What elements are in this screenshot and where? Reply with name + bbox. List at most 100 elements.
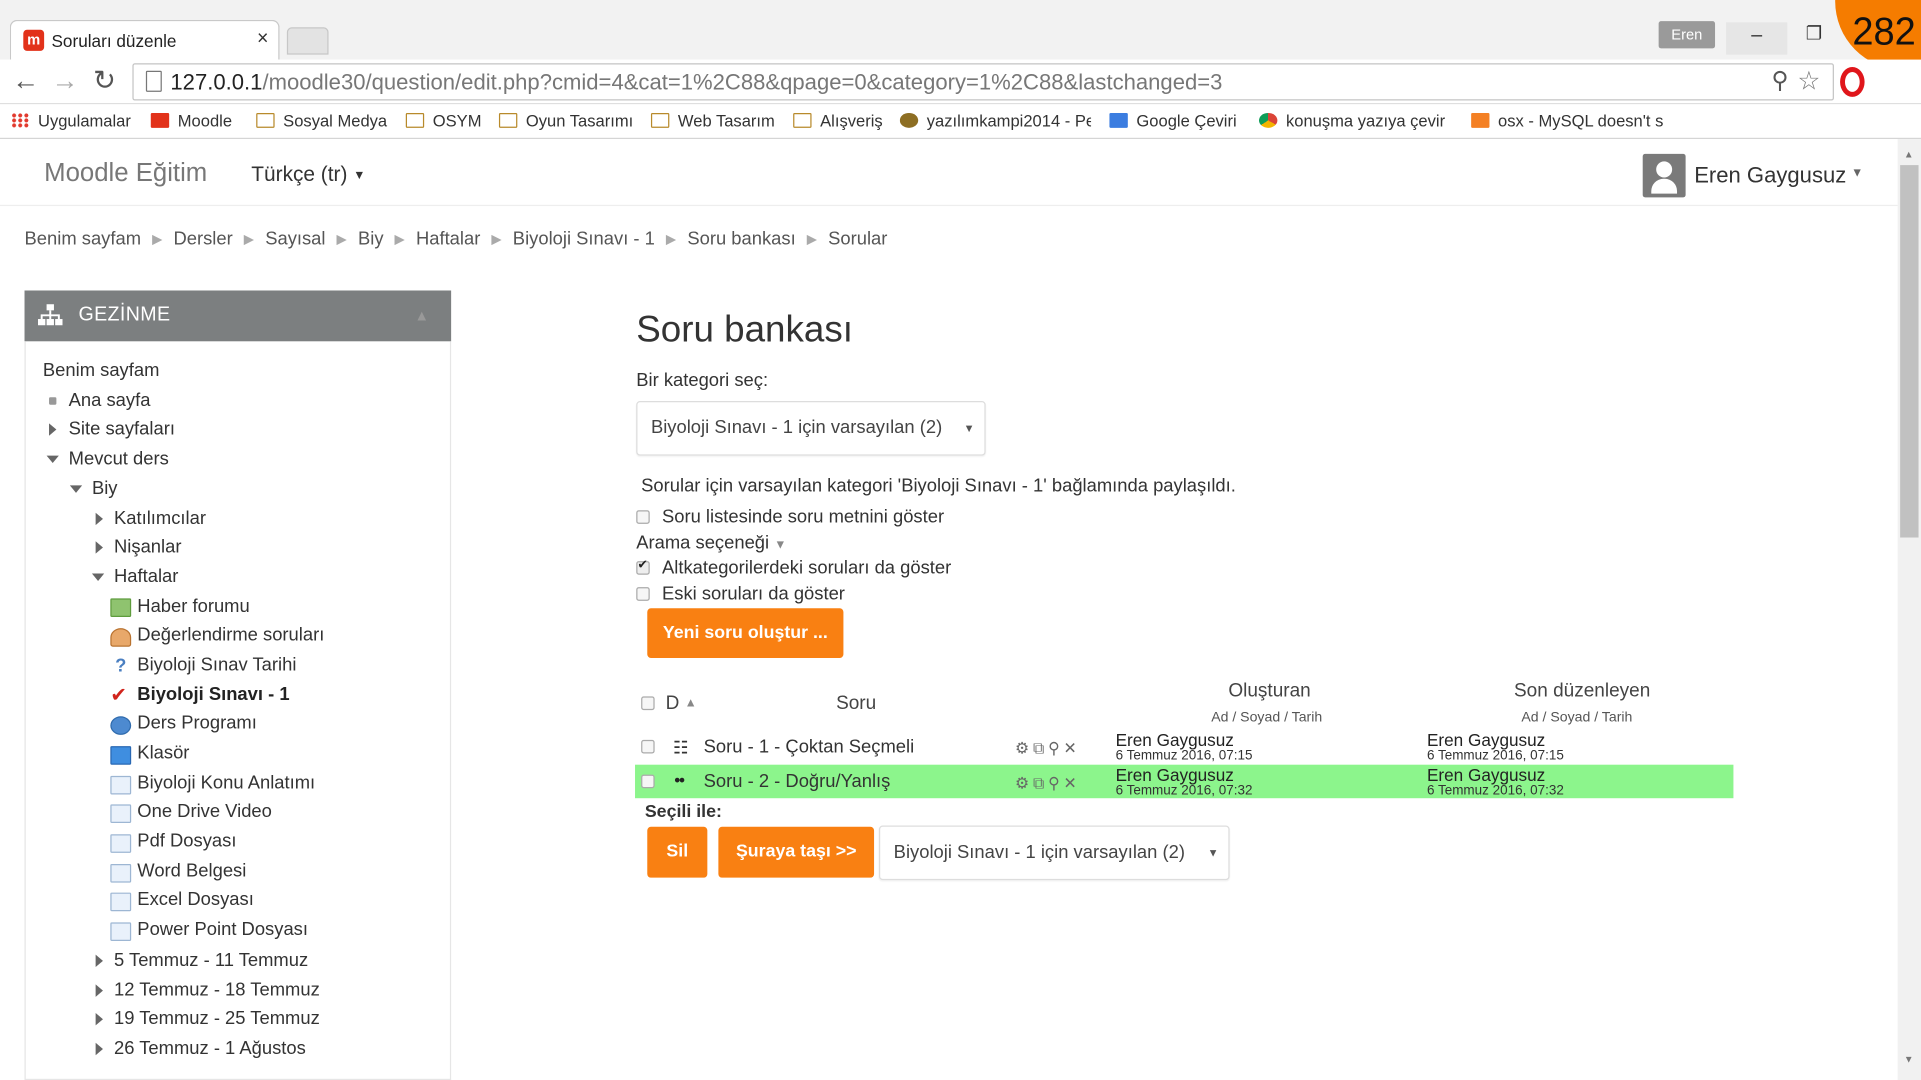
- breadcrumb-item[interactable]: Haftalar: [416, 228, 480, 249]
- collapse-arrow-icon[interactable]: [91, 573, 105, 581]
- show-text-checkbox[interactable]: [636, 510, 650, 524]
- delete-x-icon[interactable]: ✕: [1063, 739, 1080, 758]
- preview-magnifier-icon[interactable]: ⚲: [1048, 739, 1063, 758]
- nav-item-sinav-tarihi[interactable]: Biyoloji Sınav Tarihi: [137, 653, 296, 678]
- bookmark-yazilimkampi[interactable]: yazılımkampi2014 - Pe: [899, 110, 1091, 132]
- nav-item-one-drive[interactable]: One Drive Video: [137, 799, 272, 824]
- nav-item-week-4[interactable]: 26 Temmuz - 1 Ağustos: [114, 1037, 306, 1062]
- subcategories-checkbox[interactable]: [636, 559, 650, 575]
- bookmark-folder-alisveris[interactable]: Alışveriş: [793, 110, 883, 132]
- nav-item-katilimcilar[interactable]: Katılımcılar: [114, 506, 206, 531]
- user-avatar[interactable]: [1642, 153, 1686, 198]
- nav-item-biyoloji-sinavi[interactable]: Biyoloji Sınavı - 1: [137, 683, 289, 708]
- breadcrumb-item[interactable]: Sorular: [828, 228, 887, 249]
- expand-arrow-icon[interactable]: [95, 541, 103, 554]
- language-menu[interactable]: Türkçe (tr) ▼: [251, 163, 365, 188]
- nav-item-mevcut-ders[interactable]: Mevcut ders: [69, 447, 169, 472]
- nav-item-konu-anlatimi[interactable]: Biyoloji Konu Anlatımı: [137, 771, 315, 796]
- profile-button[interactable]: Eren: [1658, 21, 1716, 49]
- browser-tab[interactable]: m Soruları düzenle ×: [9, 19, 280, 60]
- creator-sub-header[interactable]: Ad / Soyad / Tarih: [1211, 710, 1322, 725]
- bookmark-star-icon[interactable]: ☆: [1797, 66, 1820, 97]
- nav-item-power-point[interactable]: Power Point Dosyası: [137, 917, 308, 942]
- scroll-down-icon[interactable]: ▼: [1904, 1054, 1914, 1065]
- forward-arrow-icon[interactable]: →: [51, 65, 78, 97]
- bookmark-folder-web-tasarim[interactable]: Web Tasarım: [650, 110, 775, 132]
- collapse-arrow-icon[interactable]: [46, 455, 59, 464]
- breadcrumb-item[interactable]: Benim sayfam: [25, 228, 142, 249]
- column-header-type[interactable]: D ▲: [666, 693, 697, 715]
- breadcrumb-item[interactable]: Biy: [358, 228, 384, 249]
- address-bar[interactable]: 127.0.0.1/moodle30/question/edit.php?cmi…: [132, 63, 1834, 101]
- nav-item-week-3[interactable]: 19 Temmuz - 25 Temmuz: [114, 1007, 320, 1032]
- nav-item-haftalar[interactable]: Haftalar: [114, 565, 178, 590]
- nav-item-pdf[interactable]: Pdf Dosyası: [137, 829, 236, 854]
- expand-arrow-icon[interactable]: [95, 984, 103, 997]
- move-target-select[interactable]: Biyoloji Sınavı - 1 için varsayılan (2) ▼: [878, 825, 1230, 881]
- show-text-label[interactable]: Soru listesinde soru metnini göster: [662, 506, 944, 527]
- subcategories-label[interactable]: Altkategorilerdeki soruları da göster: [662, 557, 951, 578]
- nav-item-week-1[interactable]: 5 Temmuz - 11 Temmuz: [114, 948, 308, 973]
- address-url[interactable]: 127.0.0.1/moodle30/question/edit.php?cmi…: [170, 70, 1222, 96]
- old-questions-checkbox[interactable]: [636, 587, 650, 601]
- bookmark-google-ceviri[interactable]: Google Çeviri: [1109, 110, 1237, 132]
- expand-arrow-icon[interactable]: [95, 954, 103, 968]
- back-arrow-icon[interactable]: ←: [12, 65, 39, 97]
- navigation-block-header[interactable]: GEZİNME ▲: [24, 290, 452, 342]
- bookmark-folder-oyun-tasarimi[interactable]: Oyun Tasarımı: [498, 110, 633, 132]
- opera-extension-icon[interactable]: [1840, 67, 1865, 97]
- collapse-icon[interactable]: ▲: [414, 307, 429, 324]
- column-header-creator[interactable]: Oluşturan: [1228, 680, 1310, 702]
- nav-item-ders-programi[interactable]: Ders Programı: [137, 711, 257, 736]
- minimize-button[interactable]: –: [1726, 22, 1788, 55]
- bookmark-konusma[interactable]: konuşma yazıya çevir: [1258, 110, 1450, 132]
- row-checkbox[interactable]: [641, 739, 655, 754]
- breadcrumb-item[interactable]: Dersler: [173, 228, 232, 249]
- nav-item-excel[interactable]: Excel Dosyası: [137, 888, 254, 913]
- duplicate-icon[interactable]: ⧉: [1033, 739, 1048, 758]
- new-question-button[interactable]: Yeni soru oluştur ...: [647, 608, 844, 658]
- scroll-up-icon[interactable]: ▲: [1904, 149, 1914, 160]
- search-options-toggle[interactable]: Arama seçeneği ▼: [636, 533, 786, 554]
- preview-magnifier-icon[interactable]: ⚲: [1048, 773, 1063, 792]
- collapse-arrow-icon[interactable]: [69, 485, 83, 493]
- nav-item-site-sayfalari[interactable]: Site sayfaları: [69, 417, 175, 442]
- bookmark-moodle[interactable]: Moodle: [150, 110, 232, 132]
- duplicate-icon[interactable]: ⧉: [1033, 773, 1048, 792]
- nav-item-benim-sayfam[interactable]: Benim sayfam: [43, 359, 160, 384]
- modifier-sub-header[interactable]: Ad / Soyad / Tarih: [1521, 710, 1632, 725]
- zoom-magnifier-icon[interactable]: ⚲: [1772, 67, 1789, 96]
- nav-item-degerlendirme[interactable]: Değerlendirme soruları: [137, 623, 324, 648]
- delete-button[interactable]: Sil: [647, 826, 708, 878]
- edit-gear-icon[interactable]: ⚙: [1015, 739, 1033, 758]
- select-all-checkbox[interactable]: [641, 696, 655, 711]
- bookmark-stackoverflow[interactable]: osx - MySQL doesn't s: [1471, 110, 1667, 132]
- column-header-modifier[interactable]: Son düzenleyen: [1514, 680, 1650, 702]
- breadcrumb-item[interactable]: Soru bankası: [687, 228, 795, 249]
- bookmark-apps[interactable]: Uygulamalar: [11, 110, 131, 132]
- edit-gear-icon[interactable]: ⚙: [1015, 773, 1033, 792]
- nav-item-haber-forumu[interactable]: Haber forumu: [137, 595, 249, 620]
- user-caret-icon[interactable]: ▼: [1851, 166, 1863, 180]
- nav-item-ana-sayfa[interactable]: Ana sayfa: [69, 389, 151, 414]
- user-menu[interactable]: Eren Gaygusuz: [1694, 163, 1846, 189]
- site-brand[interactable]: Moodle Eğitim: [44, 159, 207, 189]
- row-checkbox[interactable]: [641, 774, 655, 789]
- category-select[interactable]: Biyoloji Sınavı - 1 için varsayılan (2) ▼: [636, 400, 986, 456]
- move-to-button[interactable]: Şuraya taşı >>: [718, 826, 875, 878]
- expand-arrow-icon[interactable]: [95, 512, 103, 526]
- breadcrumb-item[interactable]: Biyoloji Sınavı - 1: [513, 228, 655, 249]
- reload-icon[interactable]: ↻: [93, 65, 116, 97]
- nav-item-week-2[interactable]: 12 Temmuz - 18 Temmuz: [114, 978, 320, 1003]
- column-header-question[interactable]: Soru: [836, 693, 876, 715]
- expand-arrow-icon[interactable]: [95, 1042, 103, 1056]
- tab-close-icon[interactable]: ×: [257, 29, 268, 51]
- delete-x-icon[interactable]: ✕: [1063, 773, 1080, 792]
- bookmark-folder-osym[interactable]: OSYM: [405, 110, 481, 132]
- bookmark-folder-sosyal-medya[interactable]: Sosyal Medya: [256, 110, 387, 132]
- restore-button[interactable]: ❐: [1806, 22, 1822, 45]
- nav-item-word[interactable]: Word Belgesi: [137, 859, 246, 884]
- old-questions-label[interactable]: Eski soruları da göster: [662, 583, 845, 604]
- new-tab-button[interactable]: [286, 27, 329, 55]
- expand-arrow-icon[interactable]: [49, 423, 57, 436]
